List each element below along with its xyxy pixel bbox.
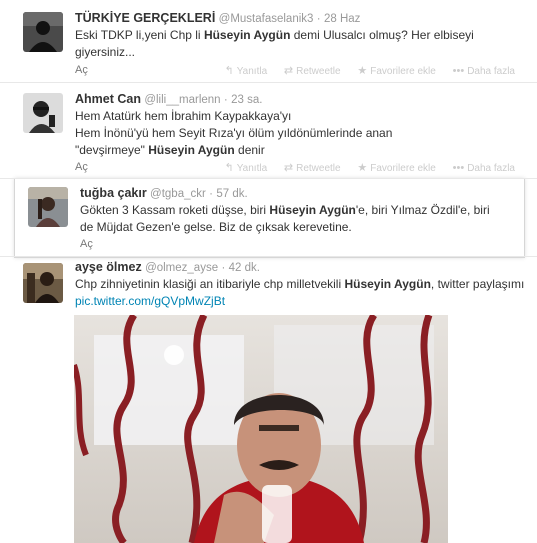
- tweet-text: Eski TDKP li,yeni Chp li Hüseyin Aygün d…: [75, 28, 474, 59]
- reply-button[interactable]: ↰ Yanıtla: [224, 65, 268, 77]
- tweet-text: Gökten 3 Kassam roketi düşse, biri Hüsey…: [80, 203, 490, 234]
- expand-link[interactable]: Aç: [80, 238, 93, 250]
- tweet-header: tuğba çakır @tgba_ckr · 57 dk.: [80, 186, 248, 200]
- separator-dot: ·: [221, 262, 226, 274]
- timestamp[interactable]: 28 Haz: [324, 13, 360, 25]
- username[interactable]: @lili__marlenn: [144, 94, 220, 106]
- avatar[interactable]: [23, 12, 63, 52]
- tweet-actions: ↰ Yanıtla ⇄ Retweetle ★ Favorilere ekle •••…: [211, 64, 515, 77]
- keyword-highlight: Hüseyin Aygün: [269, 203, 356, 217]
- avatar[interactable]: [23, 263, 63, 303]
- tweet-header: Ahmet Can @lili__marlenn · 23 sa.: [75, 92, 262, 106]
- star-icon: ★: [357, 162, 368, 174]
- fullname[interactable]: TÜRKİYE GERÇEKLERİ: [75, 11, 215, 25]
- username[interactable]: @Mustafaselanik3: [219, 13, 314, 25]
- fullname[interactable]: Ahmet Can: [75, 92, 141, 106]
- retweet-button[interactable]: ⇄ Retweetle: [283, 162, 341, 174]
- tweet-header: ayşe ölmez @olmez_ayse · 42 dk.: [75, 260, 260, 274]
- fullname[interactable]: ayşe ölmez: [75, 260, 142, 274]
- keyword-highlight: Hüseyin Aygün: [148, 143, 235, 157]
- retweet-icon: ⇄: [283, 65, 294, 77]
- more-icon: •••: [452, 162, 465, 174]
- keyword-highlight: Hüseyin Aygün: [344, 277, 431, 291]
- fullname[interactable]: tuğba çakır: [80, 186, 147, 200]
- tweet-text: Chp zihniyetinin klasiği an itibariyle c…: [75, 277, 525, 308]
- tweet-3[interactable]: tuğba çakır @tgba_ckr · 57 dk. Gökten 3 …: [0, 178, 537, 257]
- tweet-text: Hem Atatürk hem İbrahim Kaypakkaya'yı He…: [75, 109, 393, 157]
- retweet-button[interactable]: ⇄ Retweetle: [283, 65, 341, 77]
- retweet-icon: ⇄: [283, 162, 294, 174]
- favorite-button[interactable]: ★ Favorilere ekle: [357, 162, 435, 174]
- reply-button[interactable]: ↰ Yanıtla: [224, 162, 268, 174]
- separator-dot: ·: [316, 13, 321, 25]
- expand-link[interactable]: Aç: [75, 161, 88, 173]
- timestamp[interactable]: 42 dk.: [229, 262, 260, 274]
- separator-dot: ·: [223, 94, 228, 106]
- tweet-1[interactable]: TÜRKİYE GERÇEKLERİ @Mustafaselanik3 · 28…: [0, 0, 537, 82]
- avatar[interactable]: [23, 93, 63, 133]
- star-icon: ★: [357, 65, 368, 77]
- more-icon: •••: [452, 65, 465, 77]
- timestamp[interactable]: 57 dk.: [216, 188, 247, 200]
- keyword-highlight: Hüseyin Aygün: [203, 28, 291, 42]
- pic-link[interactable]: pic.twitter.com/gQVpMwZjBt: [75, 294, 225, 308]
- separator-dot: ·: [209, 188, 214, 200]
- timestamp[interactable]: 23 sa.: [231, 94, 262, 106]
- more-button[interactable]: ••• Daha fazla: [452, 65, 515, 77]
- expand-link[interactable]: Aç: [75, 64, 88, 76]
- tweet-2[interactable]: Ahmet Can @lili__marlenn · 23 sa. Hem At…: [0, 82, 537, 179]
- favorite-button[interactable]: ★ Favorilere ekle: [357, 65, 435, 77]
- reply-icon: ↰: [224, 162, 234, 174]
- tweet-actions: ↰ Yanıtla ⇄ Retweetle ★ Favorilere ekle •••…: [211, 161, 515, 174]
- avatar[interactable]: [28, 187, 68, 227]
- tweet-header: TÜRKİYE GERÇEKLERİ @Mustafaselanik3 · 28…: [75, 11, 360, 25]
- more-button[interactable]: ••• Daha fazla: [452, 162, 515, 174]
- username[interactable]: @tgba_ckr: [150, 188, 206, 200]
- reply-icon: ↰: [224, 65, 234, 77]
- username[interactable]: @olmez_ayse: [145, 262, 218, 274]
- tweet-photo[interactable]: [74, 315, 448, 543]
- tweet-4[interactable]: ayşe ölmez @olmez_ayse · 42 dk. Chp zihn…: [0, 256, 537, 543]
